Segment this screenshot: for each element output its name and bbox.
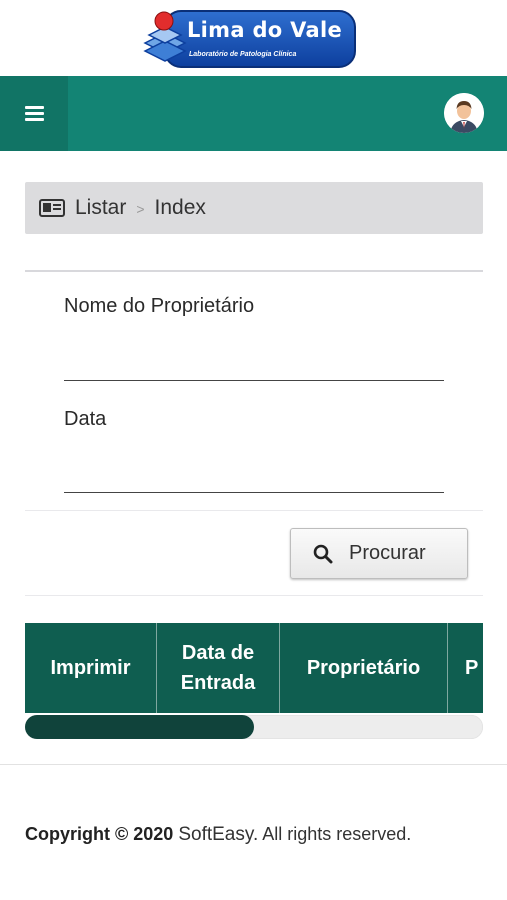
user-avatar-icon[interactable] [444, 93, 484, 133]
footer-company: SoftEasy. [178, 824, 259, 845]
scrollbar-thumb[interactable] [25, 715, 254, 739]
footer-rights: All rights reserved. [262, 824, 412, 844]
column-header-truncated[interactable]: P [448, 623, 483, 713]
date-input[interactable] [64, 456, 448, 494]
breadcrumb: Listar > Index [25, 182, 483, 234]
results-table-header: Imprimir Data de Entrada Proprietário P [25, 623, 483, 713]
owner-name-input[interactable] [64, 344, 448, 382]
date-underline [64, 492, 444, 493]
breadcrumb-item-listar[interactable]: Listar [75, 196, 126, 220]
card-top-border [25, 270, 483, 272]
breadcrumb-item-index: Index [154, 196, 206, 219]
search-button[interactable]: Procurar [290, 528, 468, 579]
breadcrumb-separator: > [136, 201, 145, 217]
brand-logo[interactable]: Lima do Vale Laboratório de Patologia Cl… [143, 9, 357, 69]
footer-divider [0, 764, 507, 765]
column-header-data-entrada[interactable]: Data de Entrada [157, 623, 280, 713]
column-header-data-entrada-label: Data de Entrada [180, 642, 256, 694]
brand-subtitle: Laboratório de Patologia Clínica [189, 51, 297, 58]
owner-name-underline [64, 380, 444, 381]
menu-toggle-button[interactable] [0, 76, 68, 151]
brand-name: Lima do Vale [187, 18, 343, 42]
top-navbar [0, 76, 507, 151]
footer-copyright: Copyright © 2020 [25, 824, 174, 844]
footer: Copyright © 2020 SoftEasy. All rights re… [25, 820, 445, 849]
date-label: Data [64, 408, 107, 430]
column-header-imprimir[interactable]: Imprimir [25, 623, 157, 713]
hamburger-icon [24, 103, 44, 124]
search-button-label: Procurar [349, 542, 426, 564]
table-horizontal-scrollbar[interactable] [25, 715, 483, 739]
owner-name-label: Nome do Proprietário [64, 295, 255, 317]
search-icon [313, 544, 333, 563]
column-header-proprietario[interactable]: Proprietário [280, 623, 448, 713]
id-card-icon [39, 199, 65, 217]
